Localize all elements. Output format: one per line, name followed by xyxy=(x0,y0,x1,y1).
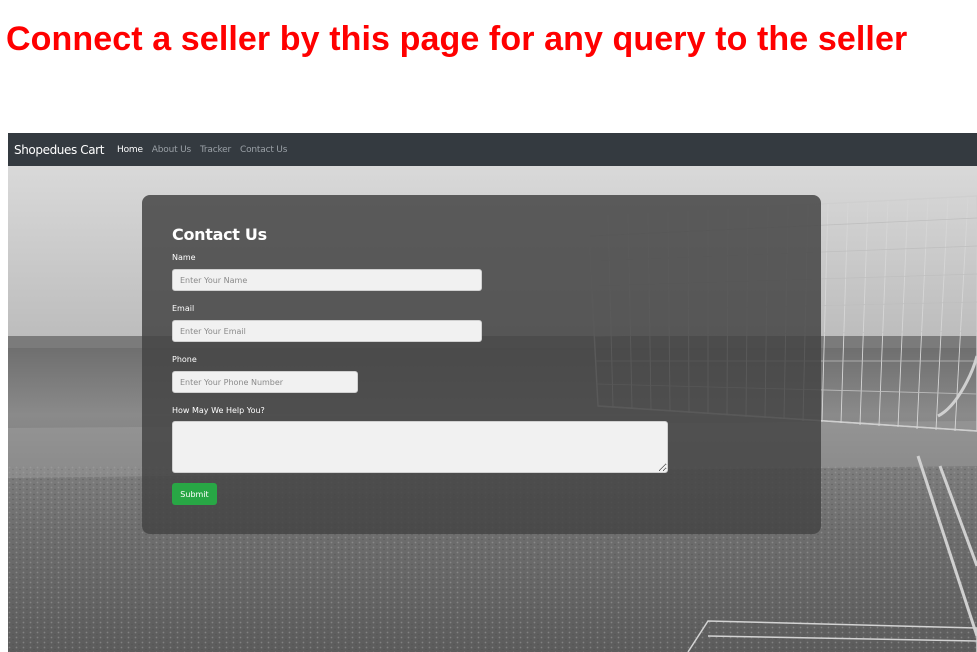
navbar-brand[interactable]: Shopedues Cart xyxy=(14,143,104,157)
nav-link-home[interactable]: Home xyxy=(117,145,143,155)
form-title: Contact Us xyxy=(172,225,267,244)
browser-page: Shopedues Cart Home About Us Tracker Con… xyxy=(8,133,977,652)
navbar: Shopedues Cart Home About Us Tracker Con… xyxy=(8,133,977,166)
nav-link-contact[interactable]: Contact Us xyxy=(240,145,287,155)
phone-label: Phone xyxy=(172,355,197,364)
phone-input[interactable] xyxy=(172,371,358,393)
name-label: Name xyxy=(172,253,196,262)
help-textarea[interactable] xyxy=(172,421,668,473)
email-input[interactable] xyxy=(172,320,482,342)
page-caption: Connect a seller by this page for any qu… xyxy=(6,20,908,58)
nav-link-tracker[interactable]: Tracker xyxy=(200,145,231,155)
nav-link-about[interactable]: About Us xyxy=(152,145,191,155)
help-label: How May We Help You? xyxy=(172,406,265,415)
email-label: Email xyxy=(172,304,195,313)
contact-form-panel: Contact Us Name Email Phone How May We H… xyxy=(142,195,821,534)
name-input[interactable] xyxy=(172,269,482,291)
submit-button[interactable]: Submit xyxy=(172,483,217,505)
